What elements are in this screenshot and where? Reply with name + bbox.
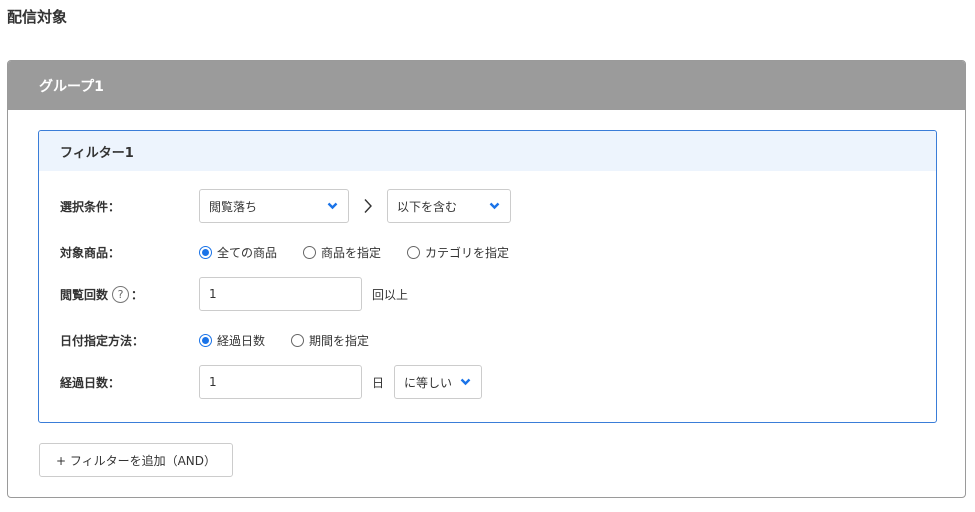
group-title: グループ1: [39, 78, 104, 95]
chevron-down-icon: [325, 199, 339, 213]
radio-all-products-label: 全ての商品: [217, 245, 278, 260]
view-count-label-text: 閲覧回数: [60, 287, 109, 302]
group-panel: グループ1 フィルター1 選択条件： 閲覧落ち 以下を含む 対象商品： 全ての商…: [7, 60, 966, 498]
target-product-radio-group: 全ての商品 商品を指定 カテゴリを指定: [199, 244, 535, 261]
elapsed-days-row: 経過日数： 1 日 に等しい: [60, 365, 483, 399]
elapsed-days-label: 経過日数：: [60, 375, 121, 390]
radio-checked-icon: [199, 245, 212, 259]
radio-unchecked-icon: [303, 245, 317, 259]
radio-checked-icon: [199, 333, 212, 347]
elapsed-days-unit: 日: [372, 375, 385, 390]
date-method-radio-group: 経過日数 期間を指定: [199, 332, 395, 349]
comparison-select-value: に等しい: [404, 375, 453, 390]
date-method-label: 日付指定方法：: [60, 333, 145, 348]
condition-select-value: 閲覧落ち: [209, 199, 258, 214]
page-title: 配信対象: [7, 8, 68, 26]
radio-specify-category-label: カテゴリを指定: [425, 245, 510, 260]
elapsed-days-input[interactable]: 1: [199, 365, 362, 399]
match-type-select[interactable]: 以下を含む: [387, 189, 511, 223]
filter-box: フィルター1 選択条件： 閲覧落ち 以下を含む 対象商品： 全ての商品 商品を指…: [38, 130, 937, 423]
view-count-input[interactable]: 1: [199, 277, 362, 311]
chevron-right-icon: [349, 198, 387, 214]
radio-all-products[interactable]: 全ての商品: [199, 244, 277, 261]
filter-header: フィルター1: [39, 131, 936, 171]
target-product-row: 対象商品： 全ての商品 商品を指定 カテゴリを指定: [60, 242, 535, 262]
radio-unchecked-icon: [291, 333, 305, 347]
radio-specify-period-label: 期間を指定: [309, 333, 370, 348]
date-method-row: 日付指定方法： 経過日数 期間を指定: [60, 330, 395, 350]
radio-elapsed-days-label: 経過日数: [217, 333, 266, 348]
radio-specify-category[interactable]: カテゴリを指定: [407, 244, 509, 261]
view-count-suffix: 回以上: [372, 287, 409, 302]
chevron-down-icon: [487, 199, 501, 213]
radio-specify-period[interactable]: 期間を指定: [291, 332, 369, 349]
help-icon[interactable]: ?: [112, 285, 130, 303]
group-header: グループ1: [8, 61, 965, 110]
condition-select[interactable]: 閲覧落ち: [199, 189, 349, 223]
view-count-label-colon: ：: [131, 287, 144, 302]
target-product-label: 対象商品：: [60, 245, 121, 260]
comparison-select[interactable]: に等しい: [394, 365, 483, 399]
radio-specify-product-label: 商品を指定: [321, 245, 382, 260]
radio-specify-product[interactable]: 商品を指定: [303, 244, 381, 261]
match-type-select-value: 以下を含む: [397, 199, 458, 214]
add-filter-button[interactable]: + フィルターを追加（AND）: [39, 443, 233, 477]
filter-title: フィルター1: [60, 145, 134, 161]
radio-elapsed-days[interactable]: 経過日数: [199, 332, 265, 349]
radio-unchecked-icon: [407, 245, 421, 259]
view-count-label: 閲覧回数 ? ：: [60, 285, 199, 303]
condition-label: 選択条件：: [60, 199, 121, 214]
condition-row: 選択条件： 閲覧落ち 以下を含む: [60, 189, 511, 223]
view-count-row: 閲覧回数 ? ： 1 回以上: [60, 277, 408, 311]
chevron-down-icon: [458, 375, 472, 389]
